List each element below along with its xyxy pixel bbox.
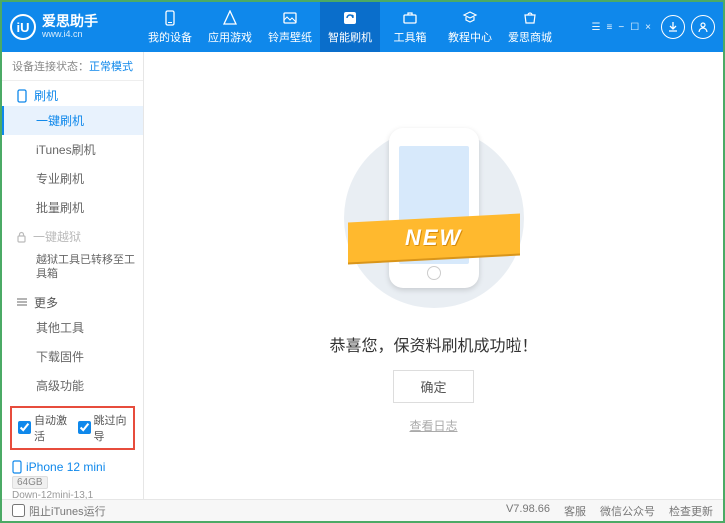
nav-tutorials[interactable]: 教程中心 (440, 2, 500, 52)
success-graphic: NEW (354, 118, 514, 318)
nav-flash[interactable]: 智能刷机 (320, 2, 380, 52)
view-log-link[interactable]: 查看日志 (409, 417, 457, 434)
nav-toolbox[interactable]: 工具箱 (380, 2, 440, 52)
menu-icon[interactable]: ☰ (592, 22, 601, 33)
phone-icon (12, 460, 22, 474)
nav-store[interactable]: 爱思商城 (500, 2, 560, 52)
sidebar-section-more[interactable]: 更多 (2, 288, 143, 313)
sidebar-item-oneclick-flash[interactable]: 一键刷机 (2, 106, 143, 135)
footer-link-support[interactable]: 客服 (564, 503, 586, 519)
success-message: 恭喜您，保资料刷机成功啦！ (329, 332, 537, 356)
lock-icon (16, 231, 27, 243)
sidebar: 设备连接状态：正常模式 刷机 一键刷机 iTunes刷机 专业刷机 批量刷机 一… (2, 52, 144, 499)
device-name: iPhone 12 mini (12, 460, 133, 474)
version-label: V7.98.66 (506, 503, 550, 519)
footer-link-update[interactable]: 检查更新 (669, 503, 713, 519)
sidebar-item-jailbreak-note: 越狱工具已转移至工具箱 (2, 247, 143, 288)
footer-link-wechat[interactable]: 微信公众号 (600, 503, 655, 519)
settings-icon[interactable]: ≡ (607, 22, 613, 33)
sidebar-section-flash[interactable]: 刷机 (2, 81, 143, 106)
checkbox-block-itunes[interactable]: 阻止iTunes运行 (12, 503, 106, 519)
nav-apps[interactable]: 应用游戏 (200, 2, 260, 52)
device-icon (161, 9, 179, 27)
ok-button[interactable]: 确定 (393, 370, 473, 403)
minimize-icon[interactable]: − (618, 22, 624, 33)
wallpaper-icon (281, 9, 299, 27)
device-block[interactable]: iPhone 12 mini 64GB Down-12mini-13,1 (2, 456, 143, 499)
maximize-icon[interactable]: ☐ (630, 22, 639, 33)
toolbox-icon (401, 9, 419, 27)
title-bar: iU 爱思助手 www.i4.cn 我的设备 应用游戏 铃声壁纸 智能刷机 工具… (2, 2, 723, 52)
options-box: 自动激活 跳过向导 (10, 406, 135, 450)
tutorial-icon (461, 9, 479, 27)
device-model: Down-12mini-13,1 (12, 490, 133, 499)
more-icon (16, 297, 28, 307)
sidebar-item-pro-flash[interactable]: 专业刷机 (2, 164, 143, 193)
checkbox-auto-activate[interactable]: 自动激活 (18, 412, 68, 444)
app-url: www.i4.cn (42, 30, 98, 40)
sidebar-item-batch-flash[interactable]: 批量刷机 (2, 193, 143, 222)
sidebar-item-download-firmware[interactable]: 下载固件 (2, 342, 143, 371)
checkbox-skip-guide[interactable]: 跳过向导 (78, 412, 128, 444)
device-storage: 64GB (12, 476, 48, 489)
account-button[interactable] (691, 15, 715, 39)
nav-my-device[interactable]: 我的设备 (140, 2, 200, 52)
store-icon (521, 9, 539, 27)
main-nav: 我的设备 应用游戏 铃声壁纸 智能刷机 工具箱 教程中心 爱思商城 (140, 2, 592, 52)
nav-ringtones[interactable]: 铃声壁纸 (260, 2, 320, 52)
sidebar-section-jailbreak: 一键越狱 (2, 222, 143, 247)
close-icon[interactable]: × (645, 22, 651, 33)
status-bar: 阻止iTunes运行 V7.98.66 客服 微信公众号 检查更新 (2, 499, 723, 521)
download-button[interactable] (661, 15, 685, 39)
phone-icon (16, 89, 28, 103)
new-ribbon: NEW (348, 213, 520, 262)
sidebar-item-other-tools[interactable]: 其他工具 (2, 313, 143, 342)
app-logo: iU 爱思助手 www.i4.cn (10, 14, 140, 40)
main-content: NEW 恭喜您，保资料刷机成功啦！ 确定 查看日志 (144, 52, 723, 499)
app-name: 爱思助手 (42, 14, 98, 29)
logo-icon: iU (10, 14, 36, 40)
flash-icon (341, 9, 359, 27)
connection-status: 设备连接状态：正常模式 (2, 52, 143, 81)
sidebar-item-advanced[interactable]: 高级功能 (2, 371, 143, 400)
sidebar-item-itunes-flash[interactable]: iTunes刷机 (2, 135, 143, 164)
apps-icon (221, 9, 239, 27)
window-controls: ☰ ≡ − ☐ × (592, 22, 651, 33)
